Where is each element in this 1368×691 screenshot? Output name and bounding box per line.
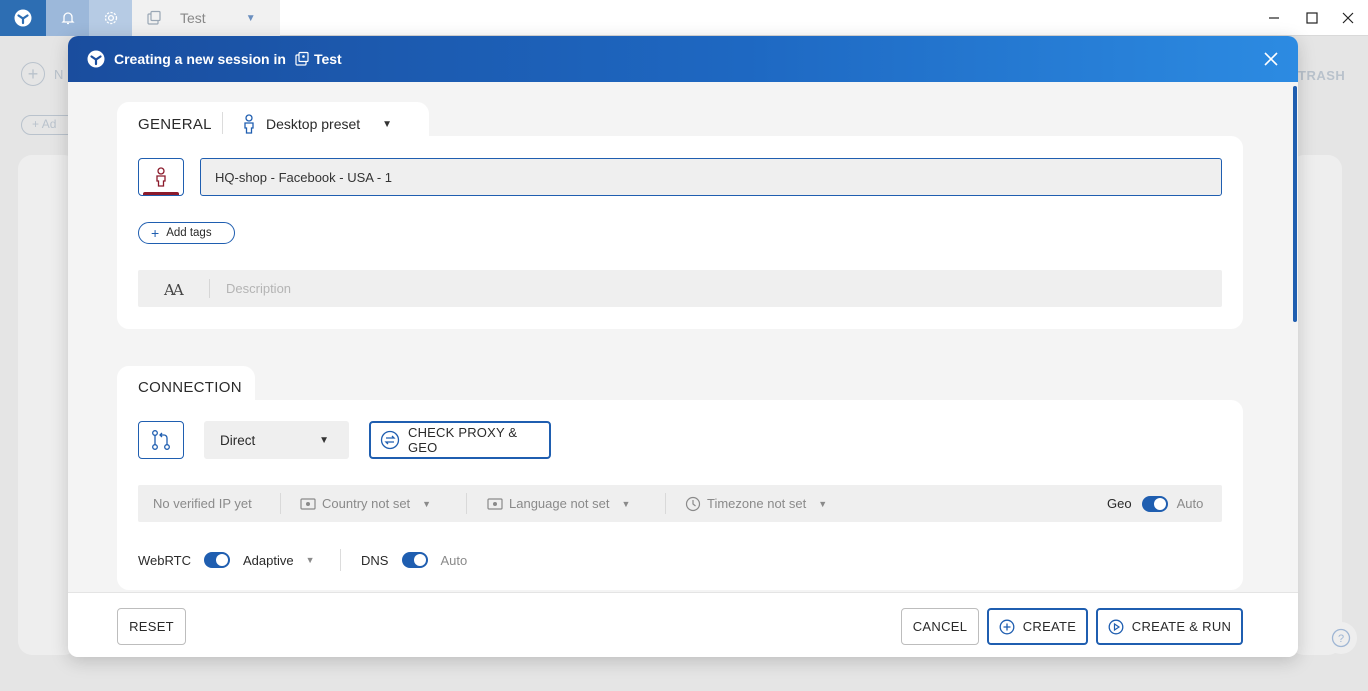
trash-label[interactable]: TRASH xyxy=(1298,68,1345,83)
section-tab-divider xyxy=(222,112,223,134)
create-session-dialog: Creating a new session in Test GENERAL D… xyxy=(68,36,1298,657)
help-icon[interactable]: ? xyxy=(1325,622,1357,654)
dns-toggle[interactable] xyxy=(402,552,429,568)
preset-dropdown[interactable]: Desktop preset ▼ xyxy=(242,112,392,136)
check-proxy-label: CHECK PROXY & GEO xyxy=(408,425,518,455)
geo-divider xyxy=(466,493,467,514)
gear-icon[interactable] xyxy=(89,0,132,36)
dialog-workspace-name: Test xyxy=(313,51,342,67)
geo-label: Geo xyxy=(1107,496,1132,511)
check-proxy-button[interactable]: CHECK PROXY & GEO xyxy=(369,421,551,459)
timezone-dropdown[interactable]: Timezone not set ▼ xyxy=(685,485,827,522)
plus-icon: + xyxy=(151,225,160,241)
cancel-label: CANCEL xyxy=(912,619,968,634)
session-name-input[interactable] xyxy=(200,158,1222,196)
language-dropdown[interactable]: Language not set ▼ xyxy=(487,485,630,522)
description-field[interactable]: AA xyxy=(138,270,1222,307)
chevron-down-icon: ▼ xyxy=(422,498,432,509)
add-tags-button[interactable]: + Add tags xyxy=(138,222,235,244)
general-section-title: GENERAL xyxy=(138,116,212,133)
new-session-label: N xyxy=(54,67,64,82)
chevron-down-icon: ▼ xyxy=(621,498,631,509)
ip-status: No verified IP yet xyxy=(153,485,252,522)
country-value: Country not set xyxy=(322,496,411,511)
person-icon xyxy=(242,114,256,134)
app-logo-icon[interactable] xyxy=(0,0,46,36)
language-value: Language not set xyxy=(509,496,610,511)
play-circle-icon xyxy=(1108,619,1124,635)
dialog-footer: RESET CANCEL CREATE CREATE & RUN xyxy=(68,592,1298,657)
titlebar-tabs xyxy=(46,0,132,36)
swap-icon xyxy=(380,430,400,450)
background-add-label: Ad xyxy=(41,117,57,131)
chevron-down-icon: ▼ xyxy=(382,118,393,130)
create-and-run-button[interactable]: CREATE & RUN xyxy=(1096,608,1243,645)
chevron-down-icon: ▼ xyxy=(245,12,256,24)
ip-status-text: No verified IP yet xyxy=(153,496,252,511)
dns-mode: Auto xyxy=(440,552,468,568)
geo-mode: Auto xyxy=(1176,496,1204,511)
workspace-name: Test xyxy=(180,10,206,26)
chevron-down-icon: ▼ xyxy=(818,498,828,509)
plus-circle-icon xyxy=(999,619,1015,635)
reset-button[interactable]: RESET xyxy=(117,608,186,645)
bell-icon[interactable] xyxy=(46,0,89,36)
connection-section-title: CONNECTION xyxy=(138,379,242,396)
flag-icon xyxy=(300,497,316,510)
connection-type-value: Direct xyxy=(220,432,256,448)
connection-mode-button[interactable] xyxy=(138,421,184,459)
description-input[interactable] xyxy=(224,270,1204,307)
chevron-down-icon: ▼ xyxy=(319,434,329,446)
geo-toggle[interactable] xyxy=(1141,495,1168,512)
person-icon xyxy=(154,167,168,187)
route-icon xyxy=(150,429,172,451)
svg-text:?: ? xyxy=(1338,633,1344,645)
new-session-icon[interactable]: + xyxy=(21,62,45,86)
app-logo-icon xyxy=(87,50,105,68)
dialog-scrollbar[interactable] xyxy=(1293,86,1297,322)
reset-label: RESET xyxy=(129,619,174,634)
avatar-color-bar xyxy=(143,192,179,195)
dns-label: DNS xyxy=(361,552,389,568)
app-titlebar: Test ▼ xyxy=(0,0,1368,36)
create-label: CREATE xyxy=(1022,619,1077,634)
text-format-icon: AA xyxy=(164,281,184,299)
timezone-value: Timezone not set xyxy=(707,496,807,511)
workspace-icon xyxy=(294,51,310,67)
dialog-header: Creating a new session in Test xyxy=(68,36,1298,82)
webrtc-mode-dropdown[interactable]: Adaptive xyxy=(243,553,294,568)
chevron-down-icon: ▼ xyxy=(305,555,315,565)
webrtc-toggle[interactable] xyxy=(203,552,230,568)
flag-icon xyxy=(487,497,503,510)
description-divider xyxy=(209,279,210,298)
dns-option: DNS Auto xyxy=(361,550,467,570)
webrtc-label: WebRTC xyxy=(138,552,191,568)
create-and-run-label: CREATE & RUN xyxy=(1131,619,1232,634)
webrtc-option: WebRTC Adaptive ▼ xyxy=(138,550,315,570)
workspace-switcher[interactable]: Test ▼ xyxy=(132,0,280,36)
preset-label: Desktop preset xyxy=(266,116,361,132)
connection-type-select[interactable]: Direct ▼ xyxy=(204,421,349,459)
dialog-title: Creating a new session in xyxy=(114,51,286,67)
clock-icon xyxy=(685,496,701,512)
geo-toggle-group: Geo Auto xyxy=(1107,485,1203,522)
option-divider xyxy=(340,549,341,571)
maximize-icon[interactable] xyxy=(1294,0,1330,36)
close-icon[interactable] xyxy=(1330,0,1366,36)
create-button[interactable]: CREATE xyxy=(987,608,1088,645)
profile-avatar-button[interactable] xyxy=(138,158,184,196)
country-dropdown[interactable]: Country not set ▼ xyxy=(300,485,431,522)
geo-divider xyxy=(280,493,281,514)
geo-divider xyxy=(665,493,666,514)
add-tags-label: Add tags xyxy=(166,227,212,239)
minimize-icon[interactable] xyxy=(1256,0,1292,36)
geo-info-bar: No verified IP yet Country not set ▼ Lan… xyxy=(138,485,1222,522)
workspace-icon xyxy=(146,10,162,26)
close-icon[interactable] xyxy=(1262,50,1280,68)
cancel-button[interactable]: CANCEL xyxy=(901,608,979,645)
